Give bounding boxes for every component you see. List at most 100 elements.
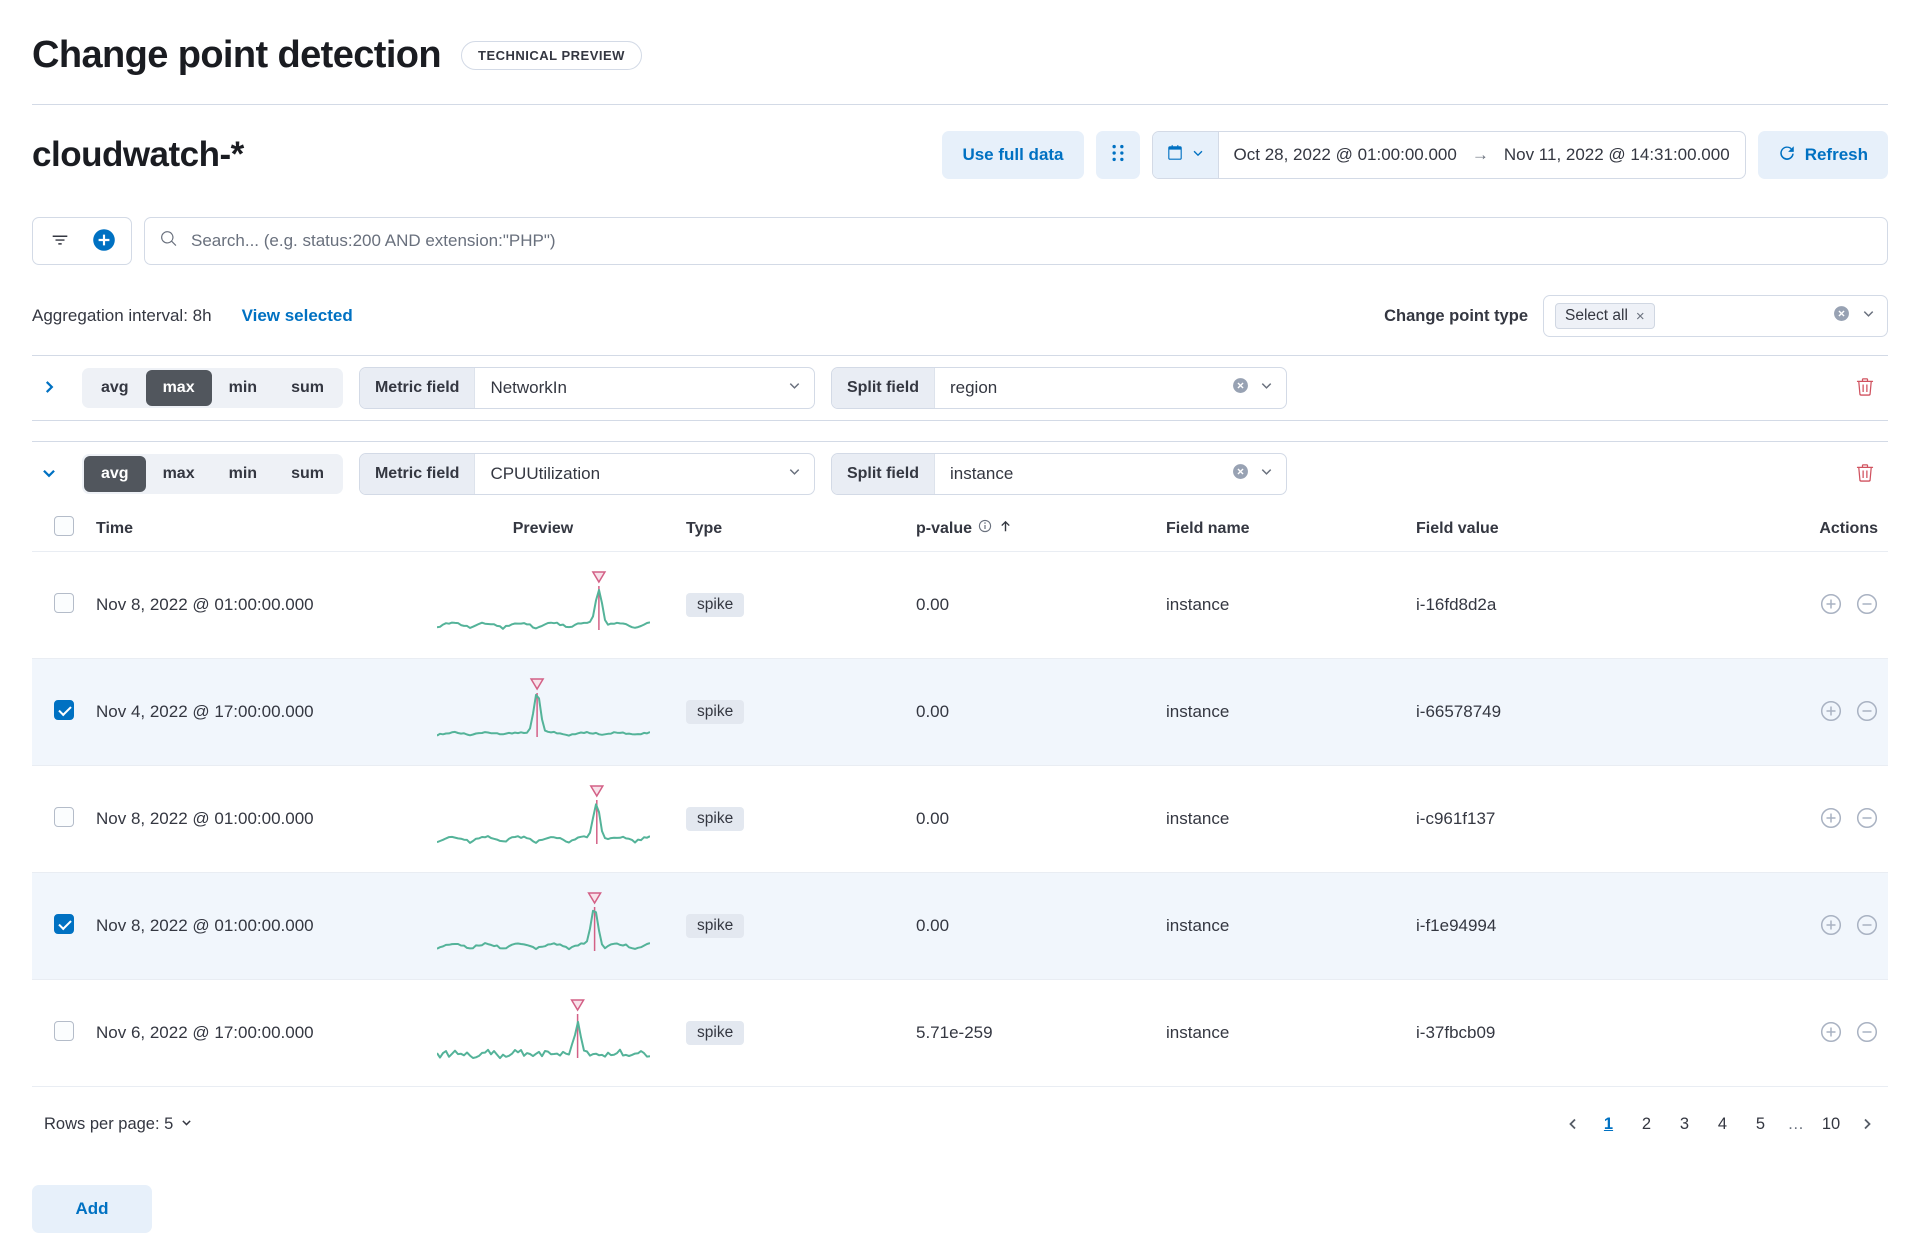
rows-per-page-button[interactable]: Rows per page: 5 [38,1114,199,1135]
delete-config-button[interactable] [1842,367,1888,409]
row-checkbox[interactable] [54,806,74,827]
table-header: Time Preview Type p-value Field name Fie… [32,506,1888,552]
agg-function-avg-button[interactable]: avg [84,456,146,492]
refresh-button[interactable]: Refresh [1757,131,1888,179]
page-3-button[interactable]: 3 [1668,1107,1702,1141]
row-field-name: instance [1166,702,1230,721]
agg-function-min-button[interactable]: min [212,370,274,406]
chevron-down-icon[interactable] [1259,464,1274,484]
view-selected-link[interactable]: View selected [242,306,353,326]
row-checkbox[interactable] [54,913,74,934]
column-header-field-value: Field value [1416,519,1499,537]
plus-in-circle-icon [1820,700,1842,725]
row-time: Nov 8, 2022 @ 01:00:00.000 [96,595,314,614]
plus-in-circle-icon [1820,593,1842,618]
filter-for-value-button[interactable] [1818,699,1844,725]
use-full-data-button[interactable]: Use full data [942,131,1084,179]
agg-function-max-button[interactable]: max [146,456,212,492]
metric-field-select[interactable]: Metric field CPUUtilization [358,453,815,495]
trash-icon [1855,377,1875,400]
agg-function-max-button[interactable]: max [145,370,212,406]
type-badge: spike [686,700,745,724]
clear-selection-icon[interactable] [1833,305,1850,327]
metric-field-label: Metric field [359,454,476,494]
table-row: Nov 8, 2022 @ 01:00:00.000 spike 0.00 insta… [32,552,1888,659]
date-end[interactable]: Nov 11, 2022 @ 14:31:00.000 [1489,145,1745,165]
type-badge: spike [686,807,745,831]
chevron-down-icon[interactable] [787,464,802,484]
previous-page-button[interactable] [1558,1107,1588,1141]
filter-out-value-button[interactable] [1854,913,1880,939]
date-range-picker[interactable]: Oct 28, 2022 @ 01:00:00.000 → Nov 11, 20… [1151,131,1746,179]
row-field-value: i-16fd8d2a [1416,595,1497,614]
calendar-icon [1166,144,1184,167]
page-10-button[interactable]: 10 [1814,1107,1848,1141]
filter-out-value-button[interactable] [1854,592,1880,618]
clear-selection-icon[interactable] [1232,377,1249,399]
chevron-down-icon[interactable] [787,378,802,398]
filter-for-value-button[interactable] [1818,806,1844,832]
collapse-config-button[interactable] [32,454,66,494]
filter-for-value-button[interactable] [1818,1020,1844,1046]
sort-ascending-icon[interactable] [998,519,1013,539]
table-footer: Rows per page: 5 1 2 3 4 5… 10 [32,1087,1888,1161]
minus-in-circle-icon [1856,1021,1878,1046]
split-field-combobox[interactable]: Split field instance [830,453,1287,495]
row-field-name: instance [1166,1023,1230,1042]
next-page-button[interactable] [1852,1107,1882,1141]
minus-in-circle-icon [1856,914,1878,939]
add-button[interactable]: Add [32,1185,152,1233]
row-checkbox[interactable] [54,699,74,720]
row-preview [408,566,678,644]
chevron-right-icon [40,378,58,399]
filter-out-value-button[interactable] [1854,806,1880,832]
delete-config-button[interactable] [1842,453,1888,495]
search-box [144,217,1888,265]
metric-field-select[interactable]: Metric field NetworkIn [358,367,815,409]
date-start[interactable]: Oct 28, 2022 @ 01:00:00.000 [1219,145,1472,165]
pagination: 1 2 3 4 5… 10 [1558,1107,1883,1141]
agg-function-sum-button[interactable]: sum [274,370,341,406]
add-filter-button[interactable] [85,222,123,260]
agg-function-min-button[interactable]: min [212,456,274,492]
info-icon[interactable] [978,519,992,538]
search-icon [160,230,178,253]
search-input[interactable] [189,230,1872,252]
change-point-type-combobox[interactable]: Select all × [1543,295,1888,337]
page-2-button[interactable]: 2 [1630,1107,1664,1141]
filter-out-value-button[interactable] [1854,699,1880,725]
select-all-tag[interactable]: Select all × [1555,303,1655,329]
chevron-down-icon[interactable] [1259,378,1274,398]
column-header-time[interactable]: Time [88,520,408,538]
remove-tag-icon[interactable]: × [1636,309,1645,324]
expand-config-button[interactable] [32,368,66,408]
split-field-combobox[interactable]: Split field region [830,367,1287,409]
page-5-button[interactable]: 5 [1744,1107,1778,1141]
chevron-down-icon [1191,145,1205,165]
change-point-marker-icon [529,678,544,691]
agg-function-avg-button[interactable]: avg [84,370,146,406]
page-header: Change point detection TECHNICAL PREVIEW [32,0,1888,77]
row-time: Nov 8, 2022 @ 01:00:00.000 [96,916,314,935]
filter-button[interactable] [41,222,79,260]
chevron-down-icon[interactable] [1861,306,1876,326]
filter-for-value-button[interactable] [1818,913,1844,939]
search-row [32,217,1888,265]
query-menu-button[interactable] [1095,131,1140,179]
row-preview [408,673,678,751]
date-quick-select-button[interactable] [1152,132,1219,178]
agg-function-sum-button[interactable]: sum [274,456,341,492]
filter-out-value-button[interactable] [1854,1020,1880,1046]
row-checkbox[interactable] [54,592,74,613]
page-1-button[interactable]: 1 [1592,1107,1626,1141]
clear-selection-icon[interactable] [1232,463,1249,485]
plus-in-circle-icon [1820,914,1842,939]
column-header-p-value[interactable]: p-value [908,519,1158,539]
select-all-checkbox[interactable] [54,516,74,536]
filter-for-value-button[interactable] [1818,592,1844,618]
row-checkbox[interactable] [54,1020,74,1041]
data-view-title: cloudwatch-* [32,135,244,174]
page-4-button[interactable]: 4 [1706,1107,1740,1141]
aggregation-row: Aggregation interval: 8h View selected C… [32,295,1888,337]
column-header-preview: Preview [512,519,574,537]
